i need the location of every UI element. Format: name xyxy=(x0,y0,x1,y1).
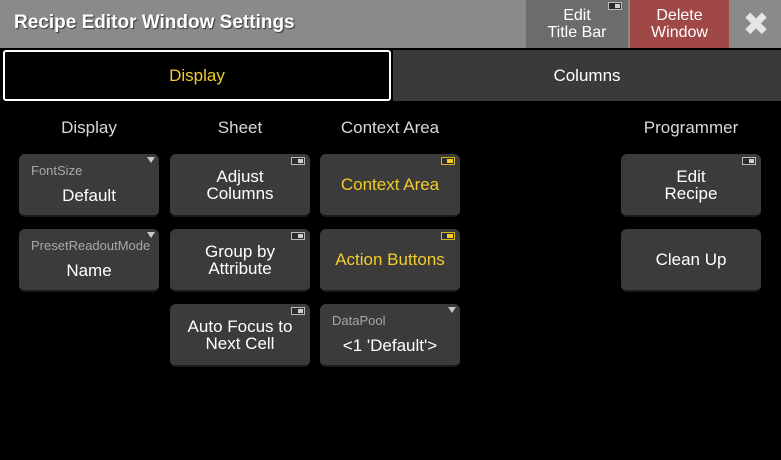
datapool-title: DataPool xyxy=(332,313,386,328)
title-bar: Recipe Editor Window Settings Edit Title… xyxy=(0,0,781,48)
window-title: Recipe Editor Window Settings xyxy=(14,12,295,33)
action-buttons-label: Action Buttons xyxy=(335,250,445,269)
group-by-attribute-toggle[interactable]: Group by Attribute xyxy=(170,229,310,292)
tab-display[interactable]: Display xyxy=(3,50,391,101)
adjust-columns-label: Adjust Columns xyxy=(206,166,274,203)
display-column-header: Display xyxy=(61,118,117,137)
sheet-column-header: Sheet xyxy=(217,118,263,137)
auto-focus-label: Auto Focus to Next Cell xyxy=(187,316,293,353)
close-icon: ✖ xyxy=(742,5,770,42)
auto-focus-next-cell-toggle[interactable]: Auto Focus to Next Cell xyxy=(170,304,310,367)
toggle-on-indicator-icon xyxy=(441,232,455,240)
recipe-editor-settings-window: Recipe Editor Window Settings Edit Title… xyxy=(0,0,781,460)
datapool-dropdown[interactable]: DataPool <1 'Default'> xyxy=(320,304,460,367)
close-button[interactable]: ✖ xyxy=(731,0,781,48)
clean-up-button[interactable]: Clean Up xyxy=(621,229,761,292)
edit-title-bar-button[interactable]: Edit Title Bar xyxy=(526,0,628,48)
tab-columns[interactable]: Columns xyxy=(393,50,781,101)
preset-readout-mode-value: Name xyxy=(66,261,112,280)
delete-window-button[interactable]: Delete Window xyxy=(630,0,729,48)
group-by-attribute-label: Group by Attribute xyxy=(205,241,275,278)
edit-recipe-button[interactable]: Edit Recipe xyxy=(621,154,761,217)
fontsize-value: Default xyxy=(62,186,116,205)
context-area-column-header: Context Area xyxy=(340,118,440,137)
programmer-column-header: Programmer xyxy=(643,118,739,137)
context-area-toggle[interactable]: Context Area xyxy=(320,154,460,217)
toggle-off-indicator-icon xyxy=(291,307,305,315)
toggle-off-indicator-icon xyxy=(742,157,756,165)
preset-readout-mode-dropdown[interactable]: PresetReadoutMode Name xyxy=(19,229,159,292)
dropdown-arrow-icon xyxy=(448,307,456,313)
tab-display-label: Display xyxy=(169,65,225,85)
edit-title-bar-label: Edit Title Bar xyxy=(547,7,607,41)
edit-recipe-label: Edit Recipe xyxy=(664,166,718,203)
datapool-value: <1 'Default'> xyxy=(342,336,438,355)
context-area-label: Context Area xyxy=(340,175,440,194)
action-buttons-toggle[interactable]: Action Buttons xyxy=(320,229,460,292)
toggle-off-indicator-icon xyxy=(291,232,305,240)
fontsize-dropdown[interactable]: FontSize Default xyxy=(19,154,159,217)
toggle-off-indicator-icon xyxy=(291,157,305,165)
dropdown-arrow-icon xyxy=(147,157,155,163)
tab-columns-label: Columns xyxy=(553,65,621,85)
preset-readout-mode-title: PresetReadoutMode xyxy=(31,238,151,253)
toggle-indicator-icon xyxy=(608,2,622,10)
clean-up-label: Clean Up xyxy=(655,250,727,269)
fontsize-title: FontSize xyxy=(31,163,83,178)
delete-window-label: Delete Window xyxy=(651,7,708,41)
toggle-on-indicator-icon xyxy=(441,157,455,165)
adjust-columns-toggle[interactable]: Adjust Columns xyxy=(170,154,310,217)
